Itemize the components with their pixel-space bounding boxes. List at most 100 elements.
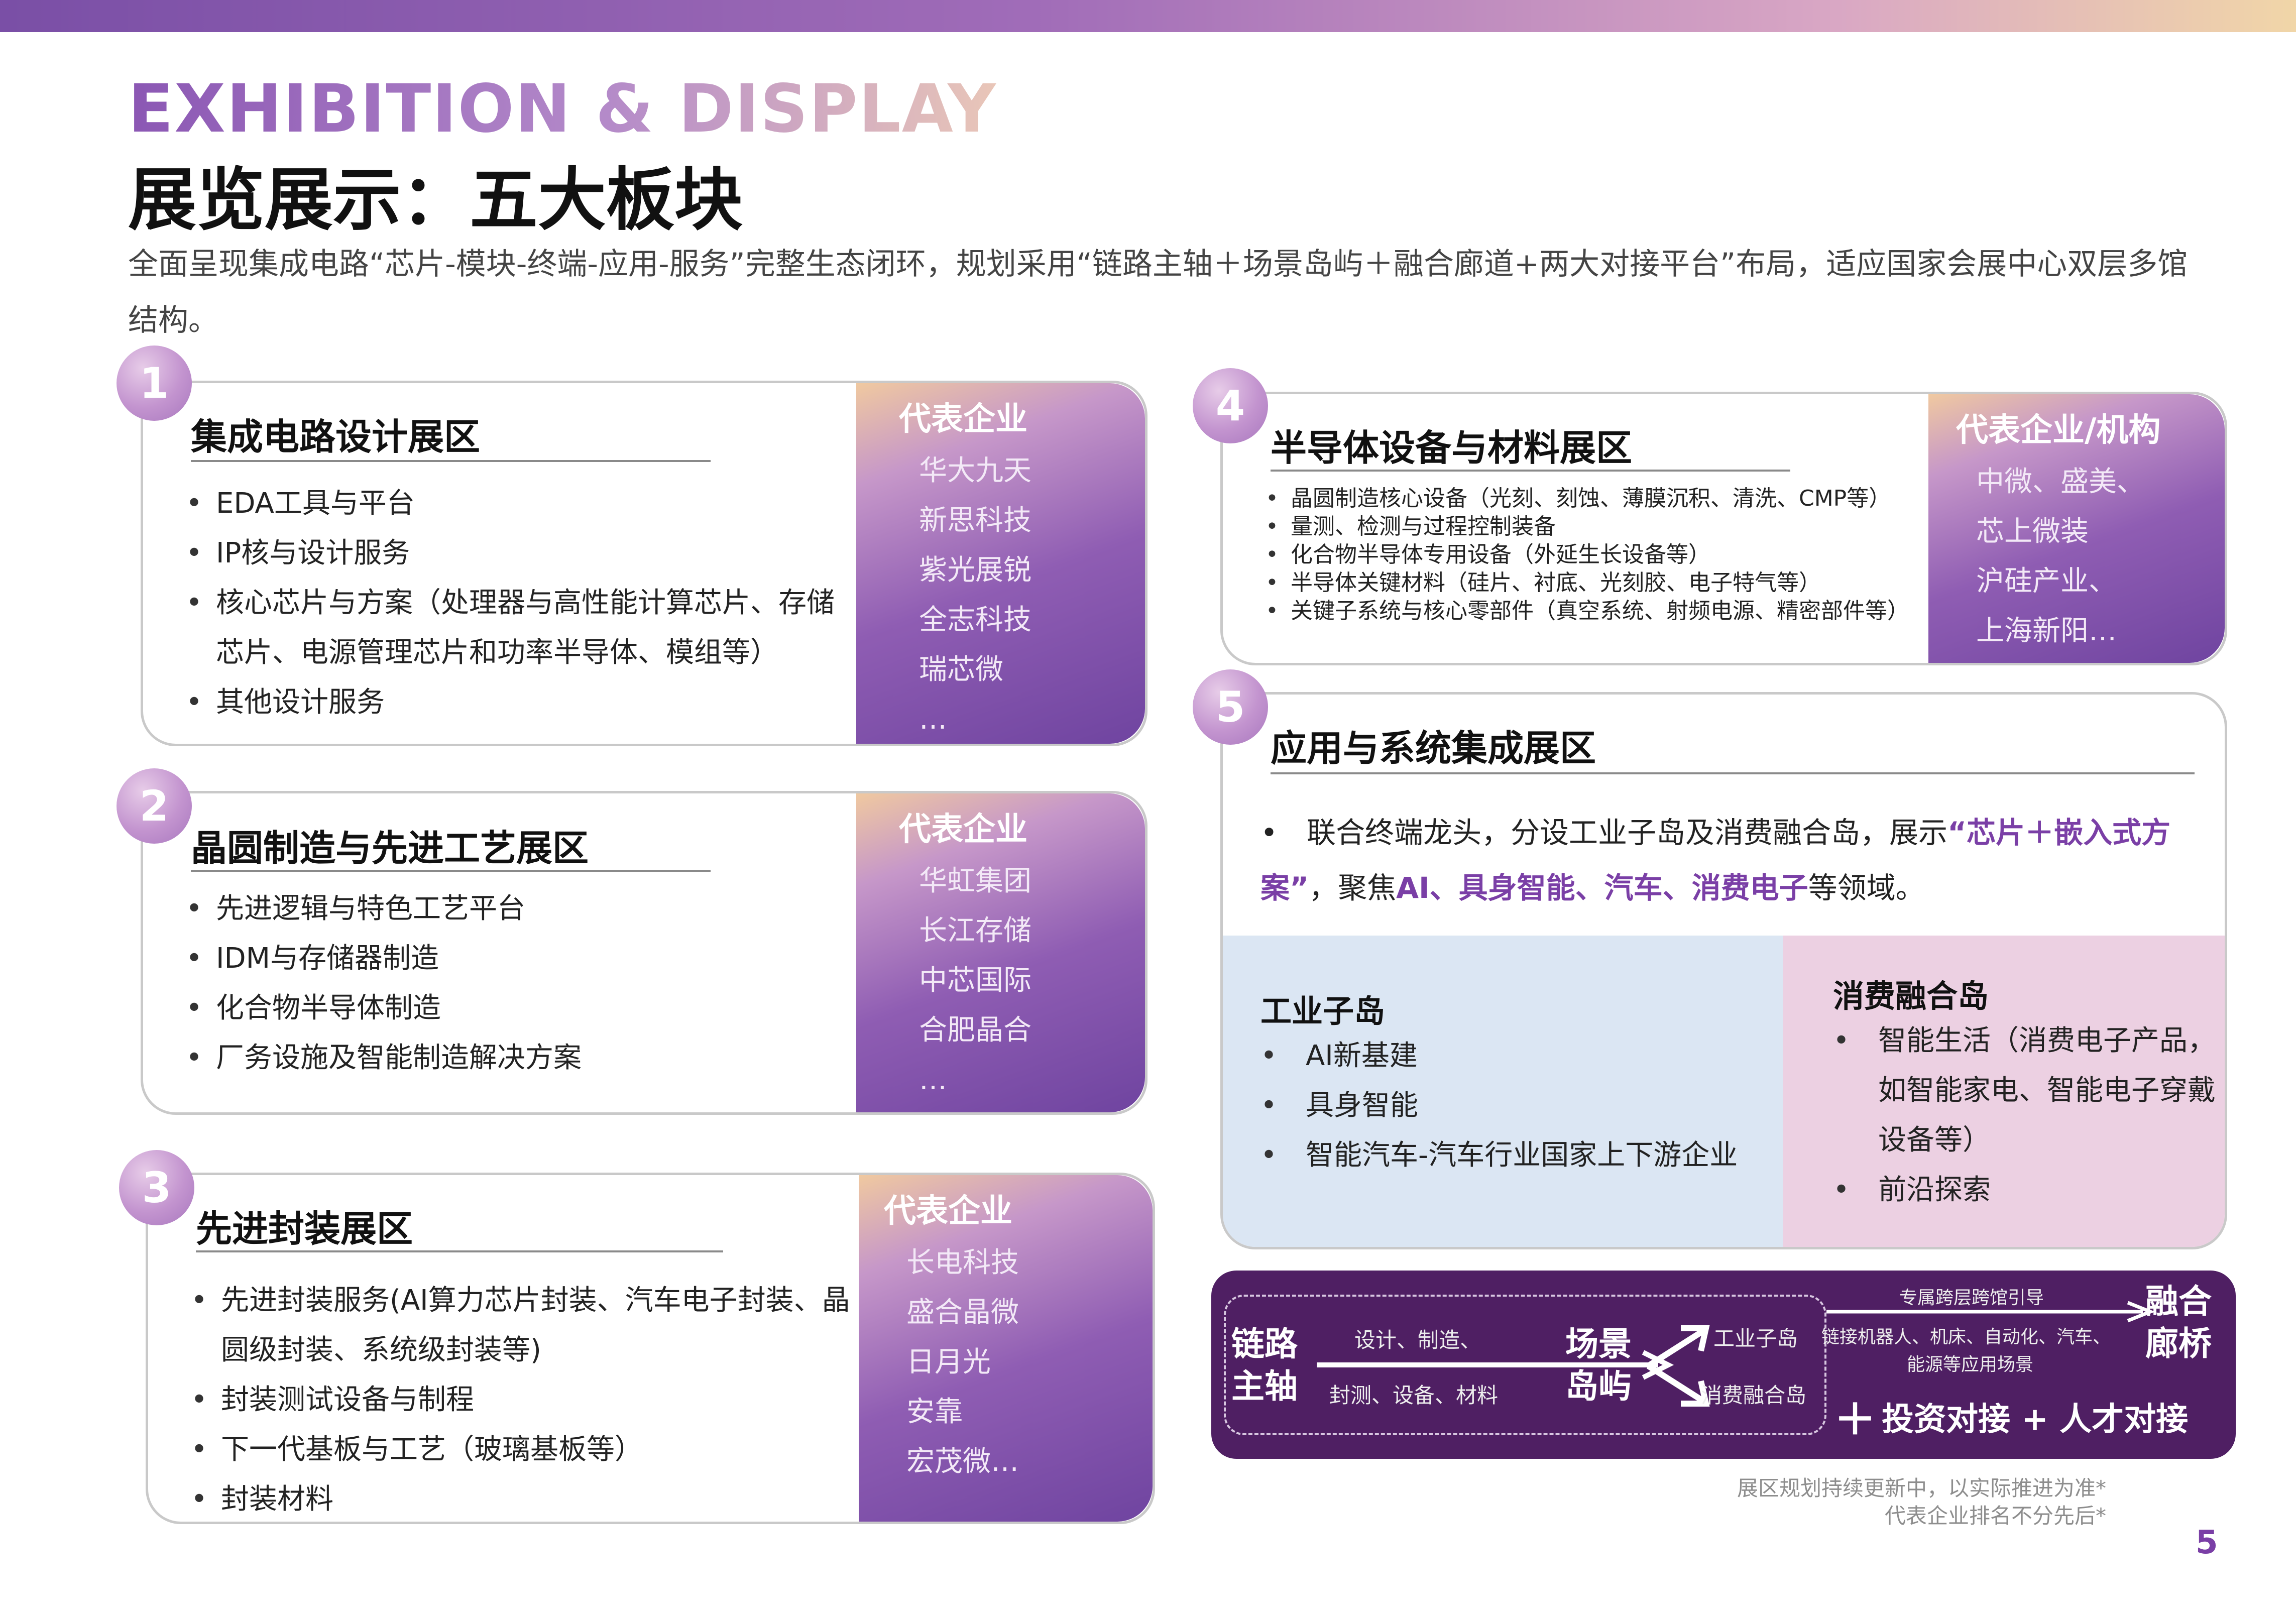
list-item: 先进封装服务(AI算力芯片封装、汽车电子封装、晶圆级封装、系统级封装等) — [191, 1276, 854, 1375]
title-underline — [1271, 772, 2195, 774]
zone-items: 先进封装服务(AI算力芯片封装、汽车电子封装、晶圆级封装、系统级封装等) 封装测… — [191, 1276, 854, 1522]
company-sidebar: 代表企业/机构 中微、盛美、 芯上微装 沪硅产业、 上海新阳… — [1928, 394, 2225, 663]
company-item: 沪硅产业、 — [1976, 565, 2117, 598]
company-item: 中芯国际 — [919, 964, 1031, 997]
zone-items: 先进逻辑与特色工艺平台 IDM与存储器制造 化合物半导体制造 厂务设施及智能制造… — [186, 884, 839, 1083]
company-sidebar: 代表企业 长电科技 盛合晶微 日月光 安靠 宏茂微… — [859, 1175, 1153, 1522]
island-label: 场景 岛屿 — [1565, 1323, 1632, 1408]
axis-label-line: 链路 — [1231, 1325, 1298, 1363]
list-item: 半导体关键材料（硅片、衬底、光刻胶、电子特气等） — [1266, 569, 1948, 597]
zone-items: EDA工具与平台 IP核与设计服务 核心芯片与方案（处理器与高性能计算芯片、存储… — [186, 479, 839, 727]
consumer-title: 消费融合岛 — [1833, 978, 1989, 1014]
list-item: 封装测试设备与制程 — [191, 1375, 854, 1425]
layout-flow-panel: 链路 主轴 设计、制造、 封测、设备、材料 场景 岛屿 工业子岛 消费融合岛 专… — [1211, 1271, 2236, 1459]
industrial-items: AI新基建 具身智能 智能汽车-汽车行业国家上下游企业 — [1260, 1031, 1783, 1180]
desc-highlight: AI、具身智能、汽车、消费电子 — [1396, 871, 1808, 905]
list-item: 关键子系统与核心零部件（真空系统、射频电源、精密部件等） — [1266, 597, 1948, 625]
title-underline — [196, 1250, 723, 1252]
company-item: 盛合晶微 — [906, 1296, 1019, 1329]
list-item: IDM与存储器制造 — [186, 934, 839, 983]
zone-items: 晶圆制造核心设备（光刻、刻蚀、薄膜沉积、清洗、CMP等） 量测、检测与过程控制装… — [1266, 485, 1948, 625]
list-item: 具身智能 — [1260, 1081, 1783, 1130]
list-item: 量测、检测与过程控制装备 — [1266, 513, 1948, 541]
axis-top-text: 设计、制造、 — [1354, 1328, 1481, 1352]
list-item: 化合物半导体专用设备（外延生长设备等） — [1266, 541, 1948, 569]
company-item: 安靠 — [906, 1396, 963, 1428]
zone-title: 集成电路设计展区 — [191, 416, 481, 458]
list-item: 厂务设施及智能制造解决方案 — [186, 1033, 839, 1083]
list-item: 晶圆制造核心设备（光刻、刻蚀、薄膜沉积、清洗、CMP等） — [1266, 485, 1948, 513]
list-item: 前沿探索 — [1833, 1165, 2225, 1215]
zone-5-badge: 5 — [1193, 669, 1268, 745]
island-label-line: 场景 — [1565, 1325, 1632, 1363]
zone-1-panel: 集成电路设计展区 EDA工具与平台 IP核与设计服务 核心芯片与方案（处理器与高… — [141, 381, 1147, 746]
zone-title: 应用与系统集成展区 — [1271, 727, 1596, 769]
zone-title: 晶圆制造与先进工艺展区 — [191, 827, 589, 869]
title-underline — [191, 460, 711, 462]
company-item: 芯上微装 — [1976, 515, 2089, 548]
footnote: 展区规划持续更新中，以实际推进为准* — [1737, 1476, 2106, 1501]
company-item: 紫光展锐 — [919, 554, 1031, 587]
zone-title: 先进封装展区 — [196, 1208, 413, 1250]
zone-5-panel: 应用与系统集成展区 • 联合终端龙头，分设工业子岛及消费融合岛，展示“芯片＋嵌入式… — [1220, 692, 2227, 1249]
company-item: … — [919, 1064, 947, 1096]
list-item: 下一代基板与工艺（玻璃基板等） — [191, 1425, 854, 1474]
right-arrow-icon — [1826, 1301, 2155, 1323]
zone-4-panel: 半导体设备与材料展区 晶圆制造核心设备（光刻、刻蚀、薄膜沉积、清洗、CMP等） … — [1220, 392, 2227, 665]
company-item: 合肥晶合 — [919, 1014, 1031, 1047]
bridge-label: 融合 廊桥 — [2145, 1281, 2212, 1365]
company-item: 华虹集团 — [919, 865, 1031, 897]
list-item: 先进逻辑与特色工艺平台 — [186, 884, 839, 934]
axis-bottom-text: 封测、设备、材料 — [1329, 1383, 1499, 1408]
list-item: 智能汽车-汽车行业国家上下游企业 — [1260, 1130, 1783, 1180]
axis-label-line: 主轴 — [1231, 1367, 1298, 1406]
top-gradient-bar — [0, 0, 2296, 32]
sub-consumer-text: 消费融合岛 — [1701, 1383, 1807, 1408]
chinese-title: 展览展示：五大板块 — [128, 161, 743, 240]
desc-text: 联合终端龙头，分设工业子岛及消费融合岛，展示 — [1307, 816, 1948, 850]
axis-label: 链路 主轴 — [1231, 1323, 1298, 1408]
page-number: 5 — [2196, 1524, 2218, 1561]
english-title: EXHIBITION & DISPLAY — [128, 70, 997, 148]
company-item: 华大九天 — [919, 454, 1031, 487]
connect-text: 能源等应用场景 — [1907, 1354, 2034, 1375]
desc-text: 等领域。 — [1808, 871, 1925, 905]
industrial-island-box: 工业子岛 AI新基建 具身智能 智能汽车-汽车行业国家上下游企业 — [1223, 936, 1783, 1247]
industrial-title: 工业子岛 — [1260, 993, 1386, 1029]
island-label-line: 岛屿 — [1565, 1367, 1632, 1406]
bridge-label-line: 融合 — [2145, 1282, 2212, 1321]
list-item: AI新基建 — [1260, 1031, 1783, 1081]
consumer-island-box: 消费融合岛 智能生活（消费电子产品，如智能家电、智能电子穿戴设备等） 前沿探索 — [1783, 936, 2225, 1247]
zone-2-badge: 2 — [117, 768, 192, 844]
company-item: 日月光 — [906, 1346, 991, 1378]
company-sidebar: 代表企业 华虹集团 长江存储 中芯国际 合肥晶合 … — [856, 793, 1145, 1112]
company-item: 全志科技 — [919, 604, 1031, 636]
list-item: IP核与设计服务 — [186, 528, 839, 578]
footnote: 代表企业排名不分先后* — [1884, 1504, 2106, 1528]
company-sidebar: 代表企业 华大九天 新思科技 紫光展锐 全志科技 瑞芯微 … — [856, 383, 1145, 744]
company-item: 上海新阳… — [1976, 615, 2117, 647]
sidebar-title: 代表企业 — [884, 1193, 1012, 1230]
zone-title: 半导体设备与材料展区 — [1271, 427, 1633, 469]
list-item: 智能生活（消费电子产品，如智能家电、智能电子穿戴设备等） — [1833, 1016, 2225, 1165]
list-item: 核心芯片与方案（处理器与高性能计算芯片、存储芯片、电源管理芯片和功率半导体、模组… — [186, 578, 839, 677]
zone-2-panel: 晶圆制造与先进工艺展区 先进逻辑与特色工艺平台 IDM与存储器制造 化合物半导体… — [141, 791, 1147, 1115]
zone-5-description: • 联合终端龙头，分设工业子岛及消费融合岛，展示“芯片＋嵌入式方案”，聚焦AI、具… — [1260, 816, 2171, 905]
company-item: 长电科技 — [906, 1246, 1019, 1279]
list-item: 其他设计服务 — [186, 677, 839, 727]
company-item: 长江存储 — [919, 914, 1031, 947]
consumer-items: 智能生活（消费电子产品，如智能家电、智能电子穿戴设备等） 前沿探索 — [1833, 1016, 2225, 1215]
company-item: 中微、盛美、 — [1976, 466, 2145, 498]
plus-icon: ＋ — [1834, 1395, 1877, 1444]
bridge-label-line: 廊桥 — [2145, 1324, 2212, 1363]
sidebar-title: 代表企业 — [899, 401, 1027, 438]
list-item: 封装材料 — [191, 1474, 854, 1522]
title-underline — [191, 870, 711, 872]
connect-text: 链接机器人、机床、自动化、汽车、 — [1821, 1327, 2111, 1347]
company-item: 瑞芯微 — [919, 653, 1003, 686]
company-item: 宏茂微… — [906, 1445, 1019, 1478]
sidebar-title: 代表企业 — [899, 811, 1027, 848]
company-item: … — [919, 703, 947, 736]
desc-text: ，聚焦 — [1309, 871, 1397, 905]
zone-3-badge: 3 — [119, 1150, 194, 1225]
